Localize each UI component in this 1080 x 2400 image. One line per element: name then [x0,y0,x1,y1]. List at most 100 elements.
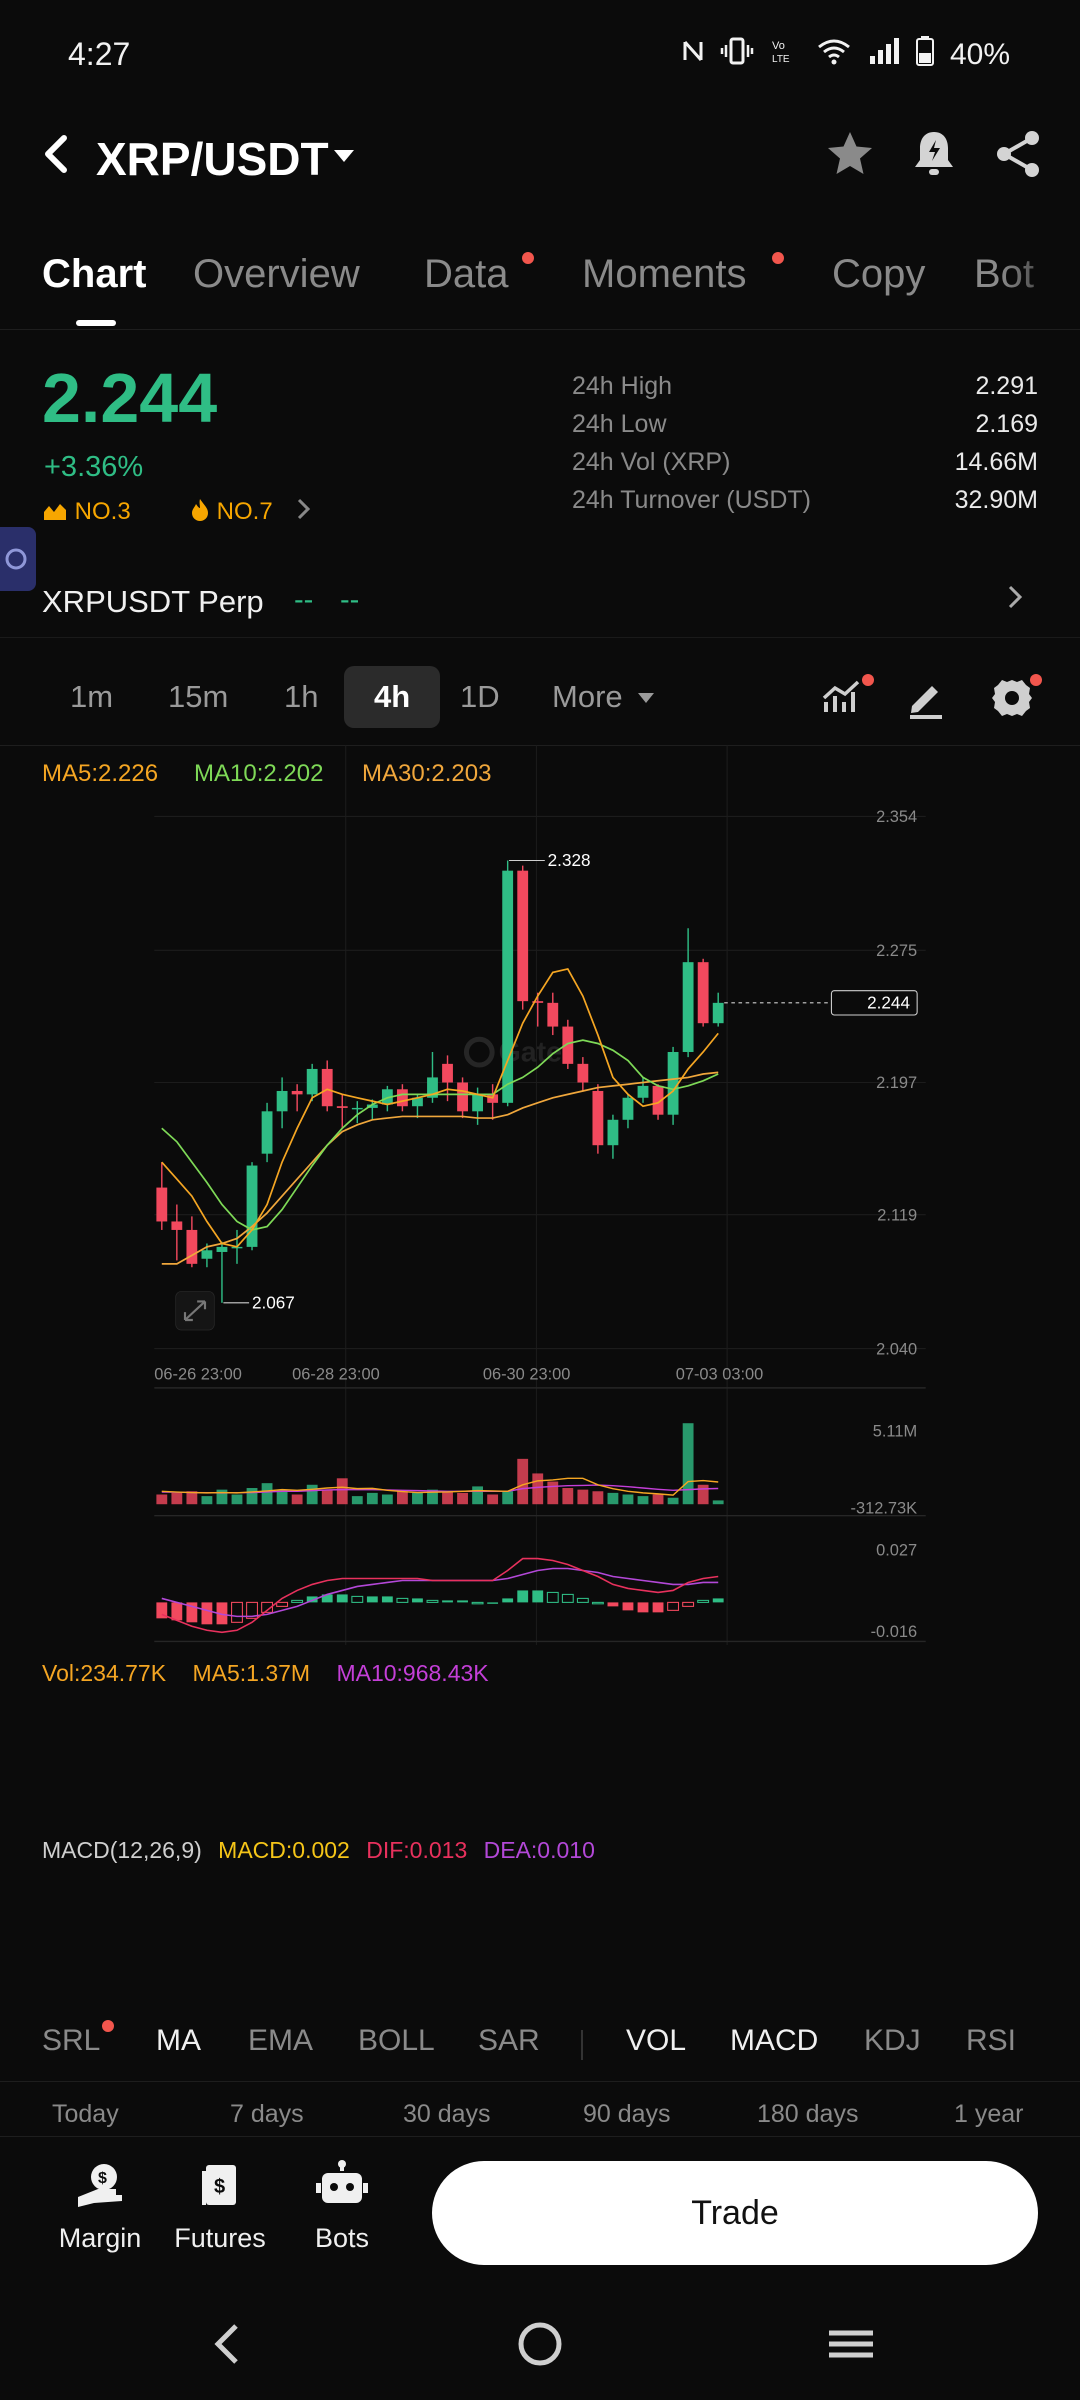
margin-button[interactable]: $ Margin [40,2159,160,2254]
futures-button[interactable]: $ Futures [160,2159,280,2254]
range-7-days[interactable]: 7 days [230,2100,304,2129]
macd-histogram-bar [546,1591,559,1603]
candle-body [261,1111,273,1154]
price-tick-label: 2.275 [876,942,917,960]
tab-chart[interactable]: Chart [42,252,146,297]
high-marker-label: 2.328 [548,850,591,870]
time-axis: 06-26 23:00 06-28 23:00 06-30 23:00 07-03 0… [154,1365,763,1383]
interval-1h[interactable]: 1h [254,666,348,728]
range-30-days[interactable]: 30 days [403,2100,491,2129]
time-tick-label: 07-03 03:00 [676,1365,764,1383]
svg-text:$: $ [98,2170,107,2187]
header: XRP/USDT [0,110,1080,210]
macd-histogram-bar [412,1598,423,1603]
interval-more-label: More [552,679,623,714]
candle-body [697,962,709,1024]
dea-value: DEA:0.010 [483,1837,595,1863]
tab-copy[interactable]: Copy [832,252,925,297]
system-home-icon[interactable] [516,2316,564,2377]
interval-15m[interactable]: 15m [138,666,258,728]
macd-histogram-bar [426,1599,439,1603]
tab-data[interactable]: Data [424,252,509,297]
caret-down-icon[interactable] [332,140,356,171]
macd-histogram-bar [561,1593,574,1603]
volume-bar [637,1496,649,1505]
macd-histogram-bar [231,1601,243,1623]
macd-legend: MACD(12,26,9) MACD:0.002 DIF:0.013 DEA:0… [42,1837,595,1864]
share-icon[interactable] [990,126,1046,182]
trend-rank-label: NO.7 [216,498,273,525]
price-alert-bell-icon[interactable] [906,126,962,182]
margin-icon: $ [70,2159,130,2215]
indicator-srl[interactable]: SRL [42,2024,100,2058]
volume-bar [457,1492,468,1505]
volume-legend: Vol:234.77K MA5:1.37M MA10:968.43K [42,1660,489,1687]
stat-24h-turnover-label: 24h Turnover (USDT) [572,486,811,514]
indicator-sar[interactable]: SAR [478,2024,540,2058]
range-180-days[interactable]: 180 days [757,2100,858,2129]
perpetual-link-row[interactable]: XRPUSDT Perp -- -- [0,570,1080,638]
volume-tick-label: -312.73K [851,1500,918,1518]
trade-button[interactable]: Trade [432,2161,1038,2265]
trend-rank-badge[interactable]: NO.7 [190,498,273,526]
volume-bar [156,1494,168,1505]
interval-4h[interactable]: 4h [344,666,441,728]
range-1-year[interactable]: 1 year [954,2100,1023,2129]
volume-axis: 5.11M -312.73K [851,1422,918,1517]
macd-histogram-bar [712,1598,724,1603]
indicator-rsi[interactable]: RSI [966,2024,1016,2058]
tab-moments-badge [772,252,784,264]
hot-rank-badge[interactable]: NO.3 [42,498,131,526]
system-recents-icon[interactable] [826,2316,876,2377]
back-arrow-icon [45,135,67,173]
system-back-icon[interactable] [210,2316,244,2377]
macd-axis: 0.027 -0.016 [871,1542,918,1641]
indicator-ma[interactable]: MA [156,2024,201,2058]
macd-histogram-bar [171,1602,183,1621]
perp-price: -- [294,584,314,616]
volume-bar [697,1484,709,1505]
volume-bar [231,1494,243,1505]
ma10-line [161,1039,719,1231]
status-bar: 4:27 Vo LTE 40% [0,0,1080,110]
interval-more[interactable]: More [522,666,685,728]
price-axis: 2.354 2.275 2.197 2.119 2.040 [876,808,917,1358]
performance-range-bar: Today 7 days 30 days 90 days 180 days 1 … [0,2096,1080,2136]
indicator-kdj[interactable]: KDJ [864,2024,921,2058]
draw-tool-icon[interactable] [900,672,952,724]
range-90-days[interactable]: 90 days [583,2100,671,2129]
volume-bar [396,1491,408,1505]
volume-bar [517,1458,529,1505]
futures-icon: $ [190,2159,250,2215]
star-icon[interactable] [822,126,878,182]
fullscreen-expand-button[interactable] [175,1291,215,1331]
macd-tick-label: -0.016 [871,1623,918,1641]
indicator-macd[interactable]: MACD [730,2024,818,2058]
indicator-ema[interactable]: EMA [248,2024,313,2058]
indicator-boll[interactable]: BOLL [358,2024,435,2058]
volume-bar [216,1489,228,1505]
tab-overview[interactable]: Overview [193,252,360,297]
range-today[interactable]: Today [52,2100,119,2129]
candle-body [186,1229,198,1264]
volume-bar [502,1491,514,1505]
back-button[interactable] [40,132,90,188]
stat-24h-high-value: 2.291 [975,372,1038,400]
volume-bar [577,1489,589,1505]
volume-bar [261,1483,273,1505]
macd-histogram [156,1590,724,1625]
system-navigation-bar [0,2296,1080,2400]
tab-moments[interactable]: Moments [582,252,747,297]
candle-body [216,1246,228,1252]
pair-selector[interactable]: XRP/USDT [96,128,329,190]
macd-histogram-bar [487,1602,499,1604]
stat-24h-vol-label: 24h Vol (XRP) [572,448,731,476]
bots-button[interactable]: Bots [282,2159,402,2254]
candlestick-chart[interactable]: Gate 2.354 2.275 2.197 2.119 2.040 06-26 23:… [0,745,1080,1645]
dea-line [161,1567,719,1618]
interval-1d[interactable]: 1D [430,666,530,728]
interval-1m[interactable]: 1m [40,666,143,728]
chevron-right-icon[interactable] [296,496,312,529]
macd-histogram-bar [637,1602,649,1613]
indicator-vol[interactable]: VOL [626,2024,686,2058]
